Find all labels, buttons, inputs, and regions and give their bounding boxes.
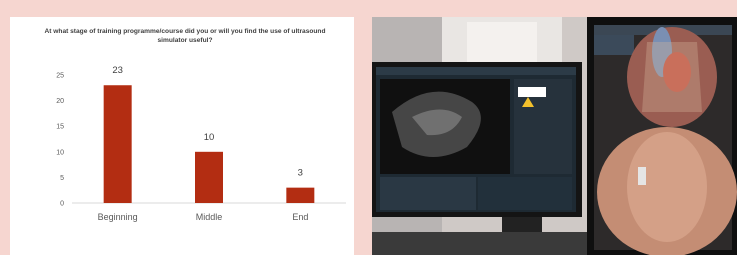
y-tick-label: 0 xyxy=(60,201,64,208)
x-tick-label: End xyxy=(292,212,308,222)
x-tick-label: Middle xyxy=(196,212,223,222)
bar-chart: 0 5 10 15 20 25 23 Beginning 10 Middle 3 End xyxy=(56,65,346,222)
y-tick-label: 15 xyxy=(56,124,64,131)
bar xyxy=(103,85,132,203)
y-tick-label: 20 xyxy=(56,98,64,105)
data-label: 3 xyxy=(298,168,303,179)
bar xyxy=(195,151,223,203)
y-tick-label: 10 xyxy=(56,149,64,156)
y-tick-label: 25 xyxy=(56,73,64,80)
ultrasound-simulator-photo xyxy=(372,17,737,255)
data-label: 10 xyxy=(204,132,215,143)
chart-panel: At what stage of training programme/cour… xyxy=(10,17,354,255)
y-tick-label: 5 xyxy=(60,175,64,182)
data-label: 23 xyxy=(112,65,123,76)
x-tick-label: Beginning xyxy=(98,212,138,222)
bar xyxy=(286,187,315,203)
